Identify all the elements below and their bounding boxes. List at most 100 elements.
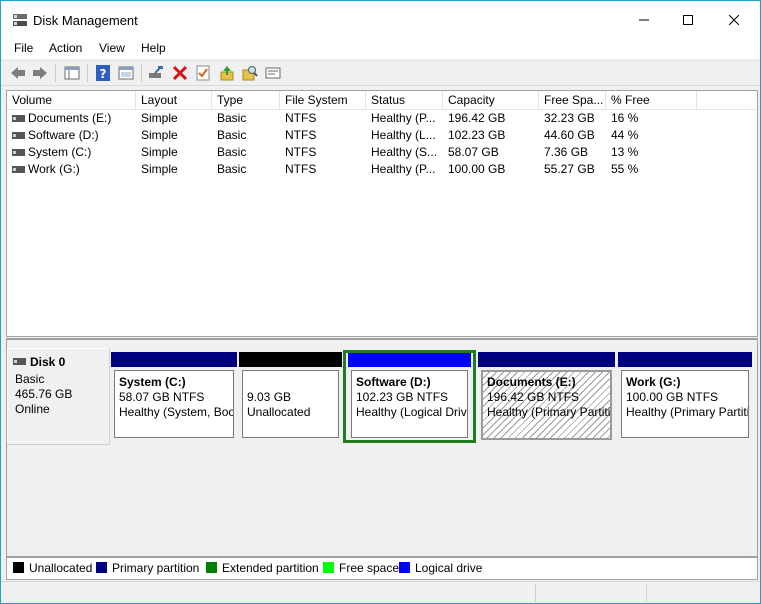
toolbar-separator <box>141 64 142 82</box>
title-bar[interactable]: Disk Management <box>1 1 760 39</box>
svg-text:?: ? <box>100 67 107 81</box>
legend-swatch <box>323 562 334 573</box>
legend-label: Unallocated <box>29 561 93 575</box>
export-icon[interactable] <box>218 64 236 82</box>
legend-item-logical: Logical drive <box>399 561 482 575</box>
column-header-type[interactable]: Type <box>212 91 280 109</box>
volume-layout: Simple <box>141 111 178 125</box>
legend-swatch <box>96 562 107 573</box>
close-button[interactable] <box>711 1 757 39</box>
partition-size: 58.07 GB NTFS <box>119 390 205 404</box>
volume-type: Basic <box>217 145 247 159</box>
volume-capacity: 196.42 GB <box>448 111 506 125</box>
forward-icon[interactable] <box>31 64 49 82</box>
volume-status: Healthy (S... <box>371 145 438 159</box>
check-icon[interactable] <box>194 64 212 82</box>
menu-file[interactable]: File <box>14 41 33 55</box>
help-icon[interactable]: ? <box>94 64 112 82</box>
legend-label: Logical drive <box>415 561 483 575</box>
legend: Unallocated Primary partition Extended p… <box>6 557 758 580</box>
volume-file-system: NTFS <box>285 128 317 142</box>
volume-free-space: 32.23 GB <box>544 111 595 125</box>
partition-unallocated[interactable]: 9.03 GB Unallocated <box>239 352 342 438</box>
volume-type: Basic <box>217 128 247 142</box>
menu-help[interactable]: Help <box>141 41 166 55</box>
partition-status: Healthy (System, Boo <box>119 405 234 419</box>
volume-percent-free: 44 % <box>611 128 639 142</box>
close-icon <box>729 15 739 25</box>
volume-name: Documents (E:) <box>28 111 112 125</box>
volume-list[interactable]: Volume Layout Type File System Status Ca… <box>6 90 758 337</box>
volume-capacity: 102.23 GB <box>448 128 506 142</box>
partition-info: Documents (E:) 196.42 GB NTFS Healthy (P… <box>481 370 612 440</box>
volume-percent-free: 16 % <box>611 111 639 125</box>
column-header-percent-free[interactable]: % Free <box>606 91 697 109</box>
column-header-layout[interactable]: Layout <box>136 91 212 109</box>
toolbar: ? <box>1 60 760 86</box>
partition-info: System (C:) 58.07 GB NTFS Healthy (Syste… <box>114 370 234 438</box>
disk-0-label[interactable]: Disk 0 Basic 465.76 GB Online <box>7 348 110 445</box>
volume-row[interactable]: Documents (E:) Simple Basic NTFS Healthy… <box>7 110 757 127</box>
column-header-capacity[interactable]: Capacity <box>443 91 539 109</box>
volume-layout: Simple <box>141 128 178 142</box>
back-icon[interactable] <box>9 64 27 82</box>
volume-capacity: 100.00 GB <box>448 162 506 176</box>
partition-bar-primary <box>111 352 237 367</box>
column-header-file-system[interactable]: File System <box>280 91 366 109</box>
volume-type: Basic <box>217 111 247 125</box>
partition-work-g[interactable]: Work (G:) 100.00 GB NTFS Healthy (Primar… <box>618 352 752 438</box>
partition-system-c[interactable]: System (C:) 58.07 GB NTFS Healthy (Syste… <box>111 352 237 438</box>
partition-documents-e[interactable]: Documents (E:) 196.42 GB NTFS Healthy (P… <box>478 352 615 440</box>
column-header-free-space[interactable]: Free Spa... <box>539 91 606 109</box>
partition-info: Work (G:) 100.00 GB NTFS Healthy (Primar… <box>621 370 749 438</box>
legend-swatch <box>399 562 410 573</box>
maximize-button[interactable] <box>665 1 711 39</box>
disk-type: Basic <box>15 372 45 386</box>
volume-status: Healthy (P... <box>371 162 436 176</box>
status-bar <box>1 581 760 603</box>
partition-status: Healthy (Primary Partiti <box>626 405 749 419</box>
menu-view[interactable]: View <box>99 41 125 55</box>
legend-label: Primary partition <box>112 561 200 575</box>
volume-percent-free: 55 % <box>611 162 639 176</box>
maximize-icon <box>683 15 693 25</box>
disk-management-window: Disk Management File Action View Help ? … <box>0 0 761 604</box>
disk-size: 465.76 GB <box>15 387 73 401</box>
volume-layout: Simple <box>141 162 178 176</box>
legend-item-primary: Primary partition <box>96 561 199 575</box>
partition-name: System (C:) <box>119 375 186 389</box>
connect-icon[interactable] <box>147 64 165 82</box>
volume-status: Healthy (P... <box>371 111 436 125</box>
partition-name: Work (G:) <box>626 375 681 389</box>
menu-action[interactable]: Action <box>49 41 82 55</box>
properties-icon[interactable] <box>117 64 135 82</box>
status-bar-separator <box>535 584 536 602</box>
console-tree-icon[interactable] <box>63 64 81 82</box>
volume-free-space: 44.60 GB <box>544 128 595 142</box>
find-icon[interactable] <box>241 64 259 82</box>
delete-icon[interactable] <box>171 64 189 82</box>
volume-name: Software (D:) <box>28 128 99 142</box>
partition-size: 100.00 GB NTFS <box>626 390 719 404</box>
column-header-status[interactable]: Status <box>366 91 443 109</box>
volume-row[interactable]: System (C:) Simple Basic NTFS Healthy (S… <box>7 144 757 161</box>
volume-row[interactable]: Software (D:) Simple Basic NTFS Healthy … <box>7 127 757 144</box>
disk-map[interactable]: Disk 0 Basic 465.76 GB Online System (C:… <box>6 338 758 557</box>
partition-size: 9.03 GB <box>247 390 292 404</box>
partition-name: Documents (E:) <box>487 375 576 389</box>
volume-status: Healthy (L... <box>371 128 436 142</box>
legend-item-free-space: Free space <box>323 561 399 575</box>
volume-percent-free: 13 % <box>611 145 639 159</box>
minimize-button[interactable] <box>621 1 667 39</box>
column-header-volume[interactable]: Volume <box>7 91 136 109</box>
partition-status: Unallocated <box>247 405 311 419</box>
volume-capacity: 58.07 GB <box>448 145 499 159</box>
disk-icon <box>13 358 26 365</box>
volume-name: Work (G:) <box>28 162 80 176</box>
volume-free-space: 7.36 GB <box>544 145 589 159</box>
volume-file-system: NTFS <box>285 145 317 159</box>
menu-bar: File Action View Help <box>1 39 760 59</box>
legend-swatch <box>13 562 24 573</box>
volume-row[interactable]: Work (G:) Simple Basic NTFS Healthy (P..… <box>7 161 757 178</box>
view-icon[interactable] <box>264 64 282 82</box>
